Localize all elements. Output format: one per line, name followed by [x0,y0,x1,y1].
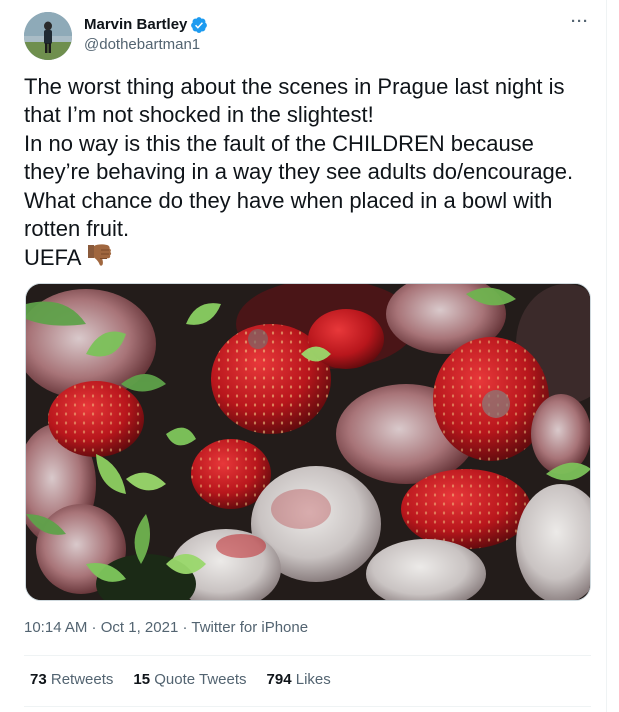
author-display-name-row[interactable]: Marvin Bartley [84,15,208,35]
more-options-icon[interactable]: ··· [570,14,590,36]
meta-separator: · [87,619,101,636]
retweets-label: Retweets [50,671,114,688]
tweet-line-1: The worst thing about the scenes in Prag… [24,74,571,128]
tweet-date[interactable]: Oct 1, 2021 [101,619,179,636]
likes-label: Likes [295,671,331,688]
tweet-body: The worst thing about the scenes in Prag… [24,73,594,277]
thumbs-down-icon [85,243,113,276]
divider [24,655,591,656]
tweet-header: Marvin Bartley @dothebartman1 ··· [24,12,590,62]
quote-tweets-stat[interactable]: 15 Quote Tweets [133,670,246,690]
tweet-source[interactable]: Twitter for iPhone [191,619,308,636]
likes-stat[interactable]: 794 Likes [267,670,331,690]
meta-separator: · [178,619,192,636]
tweet-card: Marvin Bartley @dothebartman1 ··· The wo… [0,0,607,712]
tweet-timestamp-row: 10:14 AM · Oct 1, 2021 · Twitter for iPh… [24,618,308,638]
author-names: Marvin Bartley @dothebartman1 [84,15,208,55]
moldy-strawberries-image [26,284,590,600]
retweets-count: 73 [30,671,47,688]
tweet-line-3: UEFA [24,245,82,271]
retweets-stat[interactable]: 73 Retweets [30,670,113,690]
verified-badge-icon [191,17,208,33]
author-handle[interactable]: @dothebartman1 [84,35,208,55]
engagement-stats: 73 Retweets 15 Quote Tweets 794 Likes [30,670,331,690]
avatar[interactable] [24,12,72,60]
author-display-name[interactable]: Marvin Bartley [84,15,187,35]
quote-tweets-label: Quote Tweets [154,671,247,688]
tweet-photo[interactable] [25,283,591,601]
avatar-photo [24,12,72,60]
tweet-line-2: In no way is this the fault of the CHILD… [24,130,580,242]
divider [24,706,591,707]
likes-count: 794 [266,671,292,688]
tweet-time[interactable]: 10:14 AM [24,619,87,636]
quote-tweets-count: 15 [133,671,151,688]
